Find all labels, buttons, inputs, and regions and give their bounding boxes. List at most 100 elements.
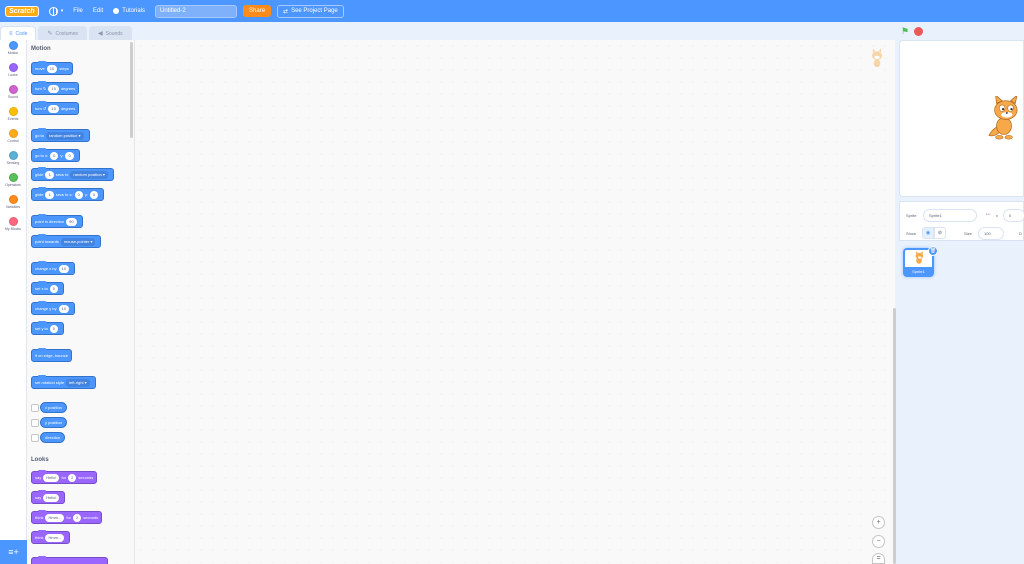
show-sprite-button[interactable]: ◉	[922, 227, 934, 239]
category-operators[interactable]: Operators	[0, 173, 26, 194]
reporter-direction[interactable]: direction	[40, 432, 66, 443]
block-input[interactable]: 0	[49, 284, 59, 293]
reporter-x-position[interactable]: x position	[40, 402, 67, 413]
workspace-scrollbar[interactable]	[893, 308, 896, 564]
block-input[interactable]: 15	[48, 84, 59, 93]
block-input[interactable]: 10	[58, 304, 70, 313]
block-change-y[interactable]: change y by 10	[31, 301, 76, 315]
block-input[interactable]: 0	[50, 151, 59, 160]
block-glide-xy[interactable]: glide 1 secs to x: 0 y: 0	[31, 187, 105, 201]
code-workspace[interactable]	[135, 40, 895, 564]
see-project-page-button[interactable]: ⇄ See Project Page	[277, 4, 344, 18]
block-input[interactable]: 0	[74, 190, 83, 199]
block-think-for[interactable]: think Hmm... for 2 seconds	[31, 510, 103, 524]
eye-closed-icon: ⊘	[937, 230, 943, 236]
block-rotation-style[interactable]: set rotation style left-right ▾	[31, 375, 96, 389]
direction-label: D	[1019, 231, 1022, 236]
events-dot-icon	[8, 107, 18, 116]
block-glide-to[interactable]: glide 1 secs to random position ▾	[31, 167, 114, 181]
block-dropdown[interactable]: random position ▾	[70, 170, 108, 179]
block-dropdown[interactable]: left-right ▾	[66, 378, 90, 387]
block-change-x[interactable]: change x by 10	[31, 261, 76, 275]
block-think[interactable]: think Hmm...	[31, 530, 71, 544]
zoom-out-button[interactable]: −	[872, 535, 885, 548]
block-input[interactable]: 0	[49, 324, 59, 333]
x-input[interactable]: 0	[1003, 209, 1024, 222]
tab-sounds[interactable]: ◀ Sounds	[89, 26, 132, 40]
block-input[interactable]: Hello!	[43, 473, 60, 482]
stop-icon[interactable]	[914, 26, 924, 36]
control-dot-icon	[8, 129, 18, 138]
category-events[interactable]: Events	[0, 107, 26, 128]
block-text: change y by	[35, 306, 57, 311]
project-title-input[interactable]: Untitled-2	[155, 4, 238, 18]
checkbox-x-position[interactable]	[31, 404, 39, 412]
block-go-to[interactable]: go to random position ▾	[31, 128, 90, 142]
block-input[interactable]: 2	[68, 473, 77, 482]
my-blocks-dot-icon	[8, 217, 18, 226]
block-input[interactable]: 90	[66, 217, 77, 226]
tab-code[interactable]: ≡ Code	[0, 26, 37, 40]
block-dropdown[interactable]: random position ▾	[45, 131, 84, 140]
block-point-towards[interactable]: point towards mouse-pointer ▾	[31, 234, 102, 248]
block-bounce[interactable]: if on edge, bounce	[31, 348, 72, 362]
block-input[interactable]: 0	[65, 151, 74, 160]
block-move-steps[interactable]: move 10 steps	[31, 61, 73, 75]
category-looks[interactable]: Looks	[0, 63, 26, 84]
block-text: turn ↻	[35, 86, 47, 91]
reporter-y-position[interactable]: y position	[40, 417, 67, 428]
category-sensing[interactable]: Sensing	[0, 151, 26, 172]
block-set-y[interactable]: set y to 0	[31, 321, 65, 335]
block-dropdown[interactable]: mouse-pointer ▾	[60, 237, 96, 246]
block-input[interactable]: 15	[48, 104, 59, 113]
scratch-logo[interactable]: Scratch	[5, 5, 39, 17]
delete-sprite-button[interactable]: 🗑	[928, 246, 938, 256]
green-flag-icon[interactable]: ⚑	[901, 26, 909, 37]
block-go-to-xy[interactable]: go to x: 0 y: 0	[31, 148, 80, 162]
block-input[interactable]: 10	[58, 264, 70, 273]
category-label: Events	[7, 117, 19, 121]
tutorials-menu[interactable]: Tutorials	[113, 8, 145, 14]
block-set-x[interactable]: set x to 0	[31, 281, 65, 295]
block-input[interactable]: 2	[73, 513, 82, 522]
block-say[interactable]: say Hello!	[31, 490, 66, 504]
add-extension-button[interactable]: ≡+	[0, 540, 27, 564]
category-control[interactable]: Control	[0, 129, 26, 150]
block-input[interactable]: Hmm...	[45, 533, 65, 542]
zoom-in-button[interactable]: +	[872, 516, 885, 529]
category-my-blocks[interactable]: My Blocks	[0, 217, 26, 238]
eye-open-icon: ◉	[925, 230, 931, 236]
category-variables[interactable]: Variables	[0, 195, 26, 216]
edit-menu[interactable]: Edit	[93, 8, 103, 14]
language-menu[interactable]: ▾	[48, 6, 63, 16]
block-input[interactable]: 10	[46, 64, 58, 73]
block-turn-left[interactable]: turn ↺ 15 degrees	[31, 101, 80, 115]
block-say-for[interactable]: say Hello! for 2 seconds	[31, 470, 98, 484]
sprite-name-input[interactable]: Sprite1	[923, 209, 977, 222]
checkbox-direction[interactable]	[31, 434, 39, 442]
block-input[interactable]: 1	[45, 170, 54, 179]
zoom-reset-button[interactable]: =	[872, 553, 885, 564]
tab-costumes[interactable]: ✎ Costumes	[38, 26, 88, 40]
block-switch-costume[interactable]	[31, 556, 108, 564]
category-motion[interactable]: Motion	[0, 41, 26, 62]
category-sound[interactable]: Sound	[0, 85, 26, 106]
block-text: set rotation style	[35, 380, 65, 385]
block-input[interactable]: Hello!	[43, 493, 60, 502]
share-button[interactable]: Share	[243, 5, 272, 17]
block-input[interactable]: 0	[89, 190, 99, 199]
block-turn-right[interactable]: turn ↻ 15 degrees	[31, 81, 80, 95]
hide-sprite-button[interactable]: ⊘	[934, 227, 946, 239]
file-menu[interactable]: File	[73, 8, 83, 14]
block-text: secs to	[55, 172, 69, 177]
block-text: say	[35, 475, 42, 480]
block-input[interactable]: Hmm...	[45, 513, 65, 522]
block-text: think	[35, 515, 44, 520]
checkbox-y-position[interactable]	[31, 419, 39, 427]
block-input[interactable]: 1	[45, 190, 54, 199]
stage[interactable]	[899, 40, 1024, 197]
show-label: Show	[906, 231, 917, 236]
palette-scrollbar[interactable]	[130, 42, 133, 138]
size-input[interactable]: 100	[978, 227, 1004, 240]
block-point-direction[interactable]: point in direction 90	[31, 214, 83, 228]
